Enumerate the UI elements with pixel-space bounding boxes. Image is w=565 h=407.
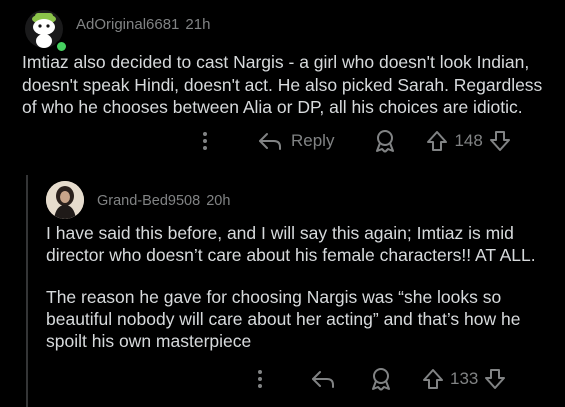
reply-username[interactable]: Grand-Bed9508 <box>97 193 200 209</box>
user-photo-avatar-icon <box>46 181 84 219</box>
comment-username[interactable]: AdOriginal6681 <box>76 16 179 33</box>
reply-button[interactable]: Reply <box>257 130 334 152</box>
reply-upvote-button[interactable] <box>422 368 444 390</box>
reply-body: I have said this before, and I will say … <box>46 222 556 372</box>
reply-vote-count: 133 <box>450 369 479 388</box>
comment-meta: AdOriginal6681 21h <box>76 16 210 33</box>
downvote-arrow-icon <box>489 131 510 151</box>
reply-user-avatar[interactable] <box>46 181 84 219</box>
reply-actions: 133 <box>250 366 506 392</box>
reply-meta: Grand-Bed9508 20h <box>97 193 230 209</box>
more-options-button[interactable] <box>195 128 215 154</box>
comment-actions: Reply 148 <box>195 128 511 154</box>
kebab-vertical-icon <box>258 370 262 388</box>
reply-label: Reply <box>291 131 335 150</box>
downvote-arrow-icon <box>485 369 506 389</box>
reply-reply-button[interactable] <box>310 368 336 390</box>
award-icon <box>372 368 390 391</box>
downvote-button[interactable] <box>489 130 511 152</box>
reply-award-button[interactable] <box>370 367 392 391</box>
upvote-arrow-icon <box>427 131 448 151</box>
vote-count: 148 <box>454 131 483 150</box>
reply-more-options-button[interactable] <box>250 366 270 392</box>
reply-timestamp: 20h <box>206 193 231 209</box>
award-button[interactable] <box>374 129 396 153</box>
reply-arrow-icon <box>259 133 281 150</box>
upvote-arrow-icon <box>423 369 443 389</box>
comment-body: Imtiaz also decided to cast Nargis - a g… <box>22 52 543 117</box>
upvote-button[interactable] <box>426 130 448 152</box>
thread-line[interactable] <box>26 175 28 407</box>
kebab-vertical-icon <box>203 132 207 150</box>
comment-timestamp: 21h <box>185 16 211 33</box>
reply-arrow-icon <box>312 371 334 388</box>
reply-paragraph: I have said this before, and I will say … <box>46 223 536 265</box>
reply-paragraph: The reason he gave for choosing Nargis w… <box>46 287 521 351</box>
reply-downvote-button[interactable] <box>484 368 506 390</box>
award-icon <box>376 130 395 153</box>
